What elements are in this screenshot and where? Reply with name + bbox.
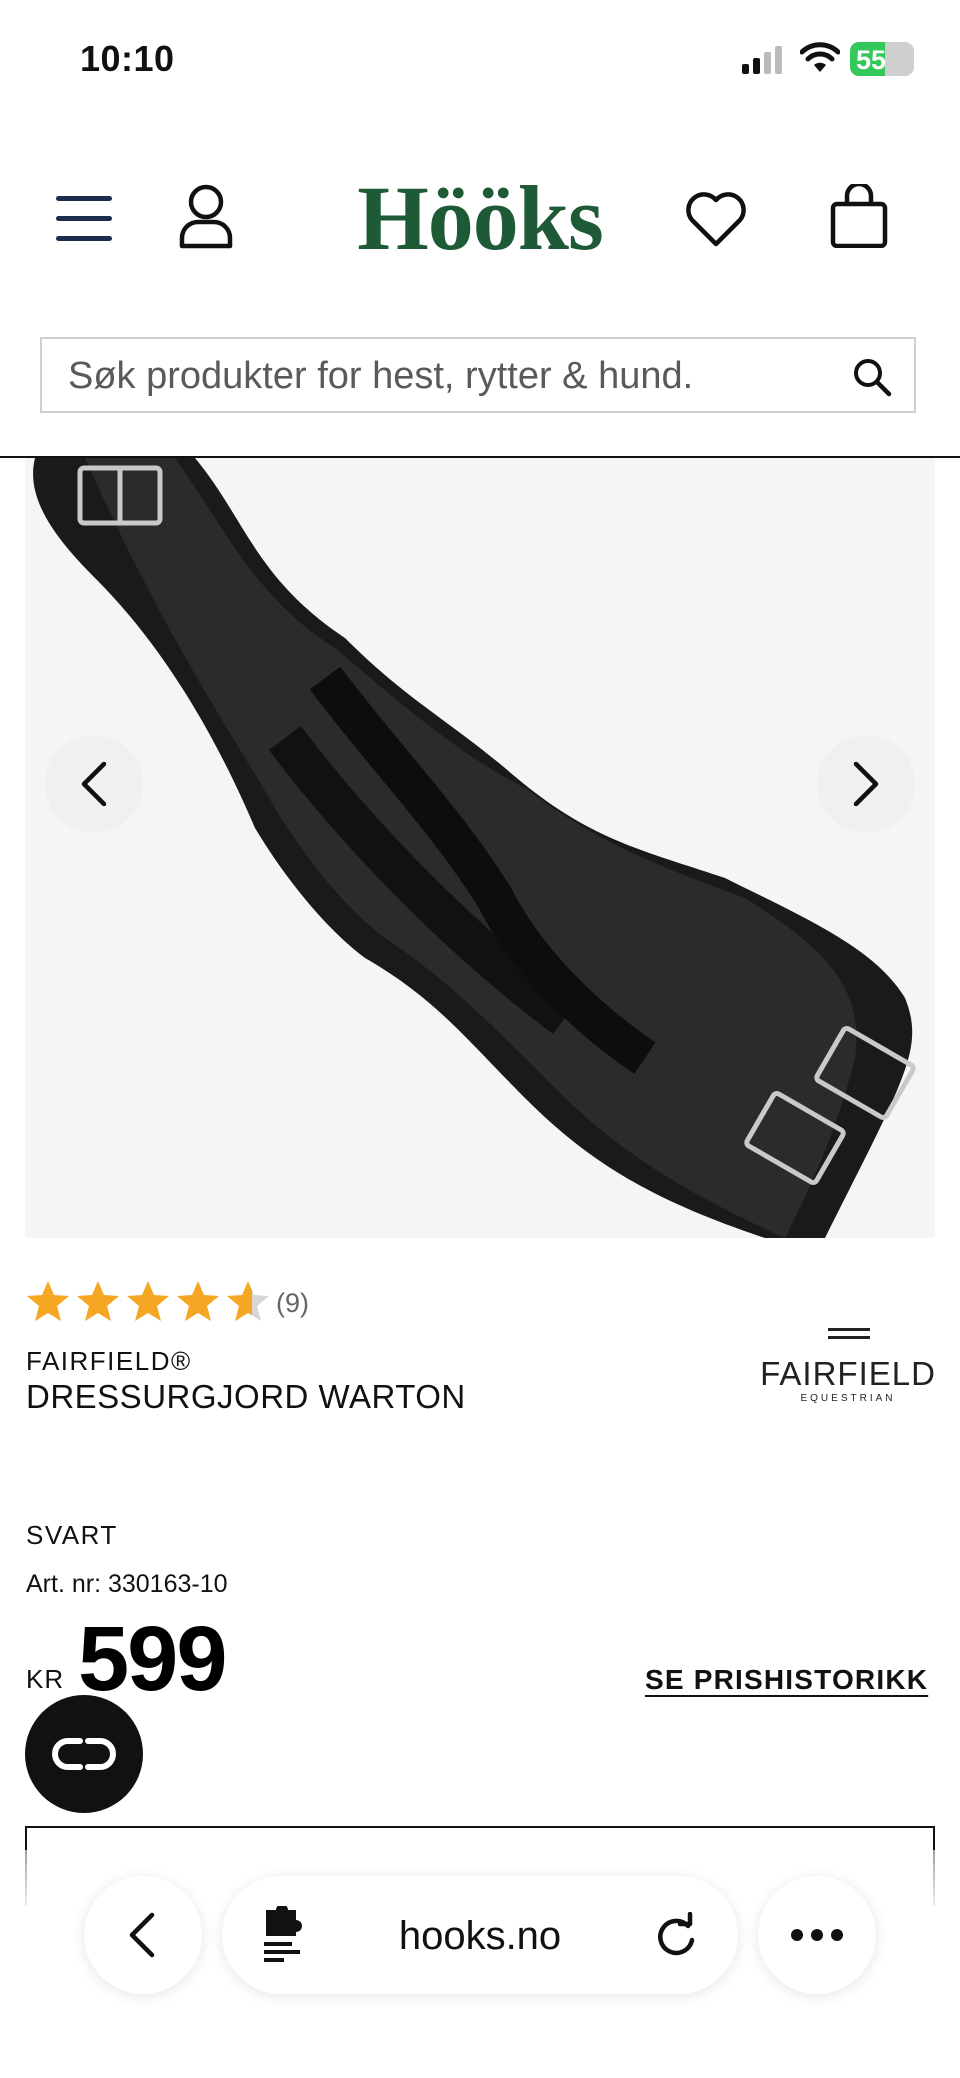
girth-image: [33, 458, 916, 1238]
search-bar[interactable]: [40, 337, 916, 413]
cellular-signal-icon: [742, 46, 782, 74]
shopping-bag-icon[interactable]: [830, 184, 888, 248]
chat-link-icon: [52, 1738, 116, 1770]
more-dots-icon: [791, 1929, 843, 1941]
brand-logo-word: FAIRFIELD: [760, 1355, 936, 1392]
search-input[interactable]: [66, 339, 830, 413]
chevron-left-icon: [81, 762, 107, 806]
star-icon: [27, 1281, 69, 1321]
fairfield-brand-logo[interactable]: FAIRFIELD EQUESTRIAN: [758, 1325, 938, 1405]
wishlist-heart-icon[interactable]: [684, 188, 748, 248]
search-icon[interactable]: [852, 357, 892, 397]
chat-button[interactable]: [25, 1695, 143, 1813]
battery-level: 55: [856, 45, 887, 75]
chevron-left-icon: [129, 1912, 155, 1958]
product-color: SVART: [26, 1520, 118, 1550]
product-brand: FAIRFIELD®: [26, 1346, 192, 1376]
star-rating[interactable]: [26, 1280, 270, 1322]
star-icon: [127, 1281, 169, 1321]
half-star-icon: [227, 1281, 269, 1321]
price-currency: KR: [26, 1664, 65, 1694]
hooks-logo[interactable]: Hööks: [0, 168, 960, 268]
star-icon: [77, 1281, 119, 1321]
price-history-link[interactable]: SE PRISHISTORIKK: [645, 1664, 928, 1696]
wifi-icon: [800, 42, 840, 72]
status-time: 10:10: [80, 38, 175, 79]
browser-more-button[interactable]: [758, 1876, 876, 1994]
reload-icon[interactable]: [654, 1912, 698, 1958]
chevron-right-icon: [853, 762, 879, 806]
brand-logo-sub: EQUESTRIAN: [800, 1393, 896, 1404]
star-icon: [177, 1281, 219, 1321]
product-image[interactable]: [25, 458, 935, 1238]
address-bar[interactable]: hooks.no: [222, 1876, 738, 1994]
article-number: Art. nr: 330163-10: [26, 1570, 228, 1598]
battery-icon: 55: [850, 42, 914, 76]
gallery-previous-button[interactable]: [45, 735, 143, 833]
gallery-next-button[interactable]: [817, 735, 915, 833]
rating-count[interactable]: (9): [276, 1288, 309, 1319]
product-title: DRESSURGJORD WARTON: [26, 1378, 466, 1415]
browser-back-button[interactable]: [84, 1876, 202, 1994]
